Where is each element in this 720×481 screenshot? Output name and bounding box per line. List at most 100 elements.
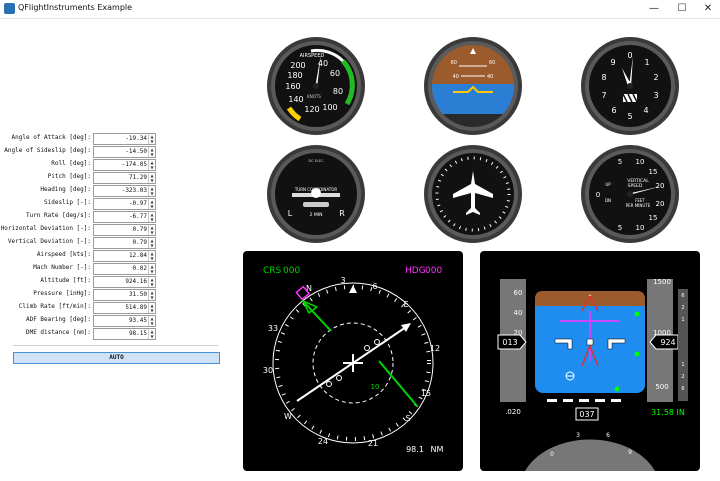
pressure-spinbox[interactable]: 31.50 ▲ ▼ [93,289,156,301]
turn-label: TURN COORDINATOR [294,187,338,192]
vsi-title-2: SPEED [628,183,643,189]
dme-value: 98.1 [406,445,424,454]
pitch-scale-tick: ⌃ [587,294,592,301]
rose-label: 15 [421,389,431,398]
field-row-pressure: Pressure [inHg]: 31.50 ▲ ▼ [0,289,235,301]
altimeter-tick: 8 [601,73,606,82]
field-value: 31.50 [128,291,147,298]
dme-distance-spinbox[interactable]: 98.15 ▲ ▼ [93,328,156,340]
divider [13,345,218,346]
heading-scale-tick: 3 [576,432,580,439]
spin-arrows-icon[interactable]: ▲ ▼ [148,212,155,222]
altimeter-tick: 5 [627,112,632,121]
altimeter-tick: 9 [610,58,615,67]
spin-arrows-icon[interactable]: ▲ ▼ [148,277,155,287]
spin-arrows-icon[interactable]: ▲ ▼ [148,238,155,248]
field-value: 0.79 [132,239,147,246]
field-row-turn-rate: Turn Rate [deg/s]: -6.77 ▲ ▼ [0,211,235,223]
hdg-value: 000 [425,266,442,276]
airspeed-tick: 60 [330,69,340,78]
roll-spinbox[interactable]: -174.05 ▲ ▼ [93,159,156,171]
pitch-spinbox[interactable]: 71.29 ▲ ▼ [93,172,156,184]
horizontal-deviation-spinbox[interactable]: 0.79 ▲ ▼ [93,224,156,236]
altimeter-tick: 1 [644,58,649,67]
vsi-tick: 15 [649,214,658,222]
altimeter-tick: 0 [627,51,632,60]
vsi-tick: 1 [681,317,684,323]
field-label: Angle of Sideslip [deg]: [4,147,91,154]
mach-value: .020 [505,408,521,416]
pitch-label: 60 [451,60,457,66]
maximize-button[interactable]: ☐ [669,1,695,17]
field-row-horizontal-deviation: Horizontal Deviation [-]: 0.79 ▲ ▼ [0,224,235,236]
altitude-spinbox[interactable]: 924.16 ▲ ▼ [93,276,156,288]
spin-arrows-icon[interactable]: ▲ ▼ [148,134,155,144]
turn-right-label: R [339,209,345,218]
pitch-label: 40 [487,74,493,80]
angle-of-attack-spinbox[interactable]: -19.34 ▲ ▼ [93,133,156,145]
vsi-tick: 6 [681,293,684,299]
field-value: -19.34 [125,135,147,142]
field-value: 924.16 [125,278,147,285]
vsi-up: UP [605,182,611,187]
vsi-tick: 20 [656,200,665,208]
vsi-dn: DN [605,198,611,203]
spin-arrows-icon[interactable]: ▲ ▼ [148,186,155,196]
rose-label: 12 [430,344,440,353]
field-label: Heading [deg]: [40,186,91,193]
spin-arrows-icon[interactable]: ▲ ▼ [148,290,155,300]
airspeed-tick: 80 [333,87,343,96]
rose-label: 33 [268,324,278,333]
hdg-label: HDG [405,266,426,276]
altimeter: 0 1 2 3 4 5 6 7 8 9 [580,36,680,136]
spin-arrows-icon[interactable]: ▲ ▼ [148,303,155,313]
spin-arrows-icon[interactable]: ▲ ▼ [148,264,155,274]
navigation-display: CRS 000 HDG 000 3 6 E 12 15 S 21 24 W 30… [243,251,463,471]
spin-arrows-icon[interactable]: ▲ ▼ [148,316,155,326]
altimeter-tick: 3 [653,91,658,100]
field-row-roll: Roll [deg]: -174.05 ▲ ▼ [0,159,235,171]
spin-arrows-icon[interactable]: ▲ ▼ [148,225,155,235]
speed-tick: 60 [514,289,523,297]
lubber-icon [349,285,357,293]
attitude-indicator: 60 60 40 40 [423,36,523,136]
rose-label: E [403,300,408,309]
airspeed-tick: 120 [304,105,319,114]
vertical-deviation-spinbox[interactable]: 0.79 ▲ ▼ [93,237,156,249]
angle-of-sideslip-spinbox[interactable]: -14.50 ▲ ▼ [93,146,156,158]
field-label: Sideslip [-]: [44,199,91,206]
spin-arrows-icon[interactable]: ▲ ▼ [148,199,155,209]
field-value: 71.29 [128,174,147,181]
spin-arrows-icon[interactable]: ▲ ▼ [148,173,155,183]
climb-rate-spinbox[interactable]: 514.89 ▲ ▼ [93,302,156,314]
field-label: Turn Rate [deg/s]: [25,212,91,219]
window-title: QFlightInstruments Example [18,3,133,12]
title-bar: QFlightInstruments Example — ☐ ✕ [0,0,720,19]
crs-label: CRS [263,266,282,276]
field-label: Airspeed [kts]: [36,251,91,258]
spin-arrows-icon[interactable]: ▲ ▼ [148,251,155,261]
field-value: 93.45 [128,317,147,324]
field-label: ADF Bearing [deg]: [25,316,91,323]
airspeed-tick: 160 [285,82,300,91]
field-value: 98.15 [128,330,147,337]
spin-arrows-icon[interactable]: ▲ ▼ [148,329,155,339]
auto-button[interactable]: AUTO [13,352,220,364]
turn-rate-spinbox[interactable]: -6.77 ▲ ▼ [93,211,156,223]
close-button[interactable]: ✕ [695,1,720,17]
spin-arrows-icon[interactable]: ▲ ▼ [148,147,155,157]
airspeed-tick: 140 [288,95,303,104]
airspeed-spinbox[interactable]: 12.84 ▲ ▼ [93,250,156,262]
field-row-pitch: Pitch [deg]: 71.29 ▲ ▼ [0,172,235,184]
field-label: Mach Number [-]: [33,264,91,271]
minimize-button[interactable]: — [641,1,667,17]
spin-arrows-icon[interactable]: ▲ ▼ [148,160,155,170]
adf-bearing-spinbox[interactable]: 93.45 ▲ ▼ [93,315,156,327]
field-label: Horizontal Deviation [-]: [0,225,91,232]
altimeter-tick: 4 [643,106,648,115]
sideslip-spinbox[interactable]: -0.97 ▲ ▼ [93,198,156,210]
mach-number-spinbox[interactable]: 0.02 ▲ ▼ [93,263,156,275]
field-row-adf-bearing: ADF Bearing [deg]: 93.45 ▲ ▼ [0,315,235,327]
heading-spinbox[interactable]: -323.03 ▲ ▼ [93,185,156,197]
airspeed-knots: KNOTS [307,94,321,99]
